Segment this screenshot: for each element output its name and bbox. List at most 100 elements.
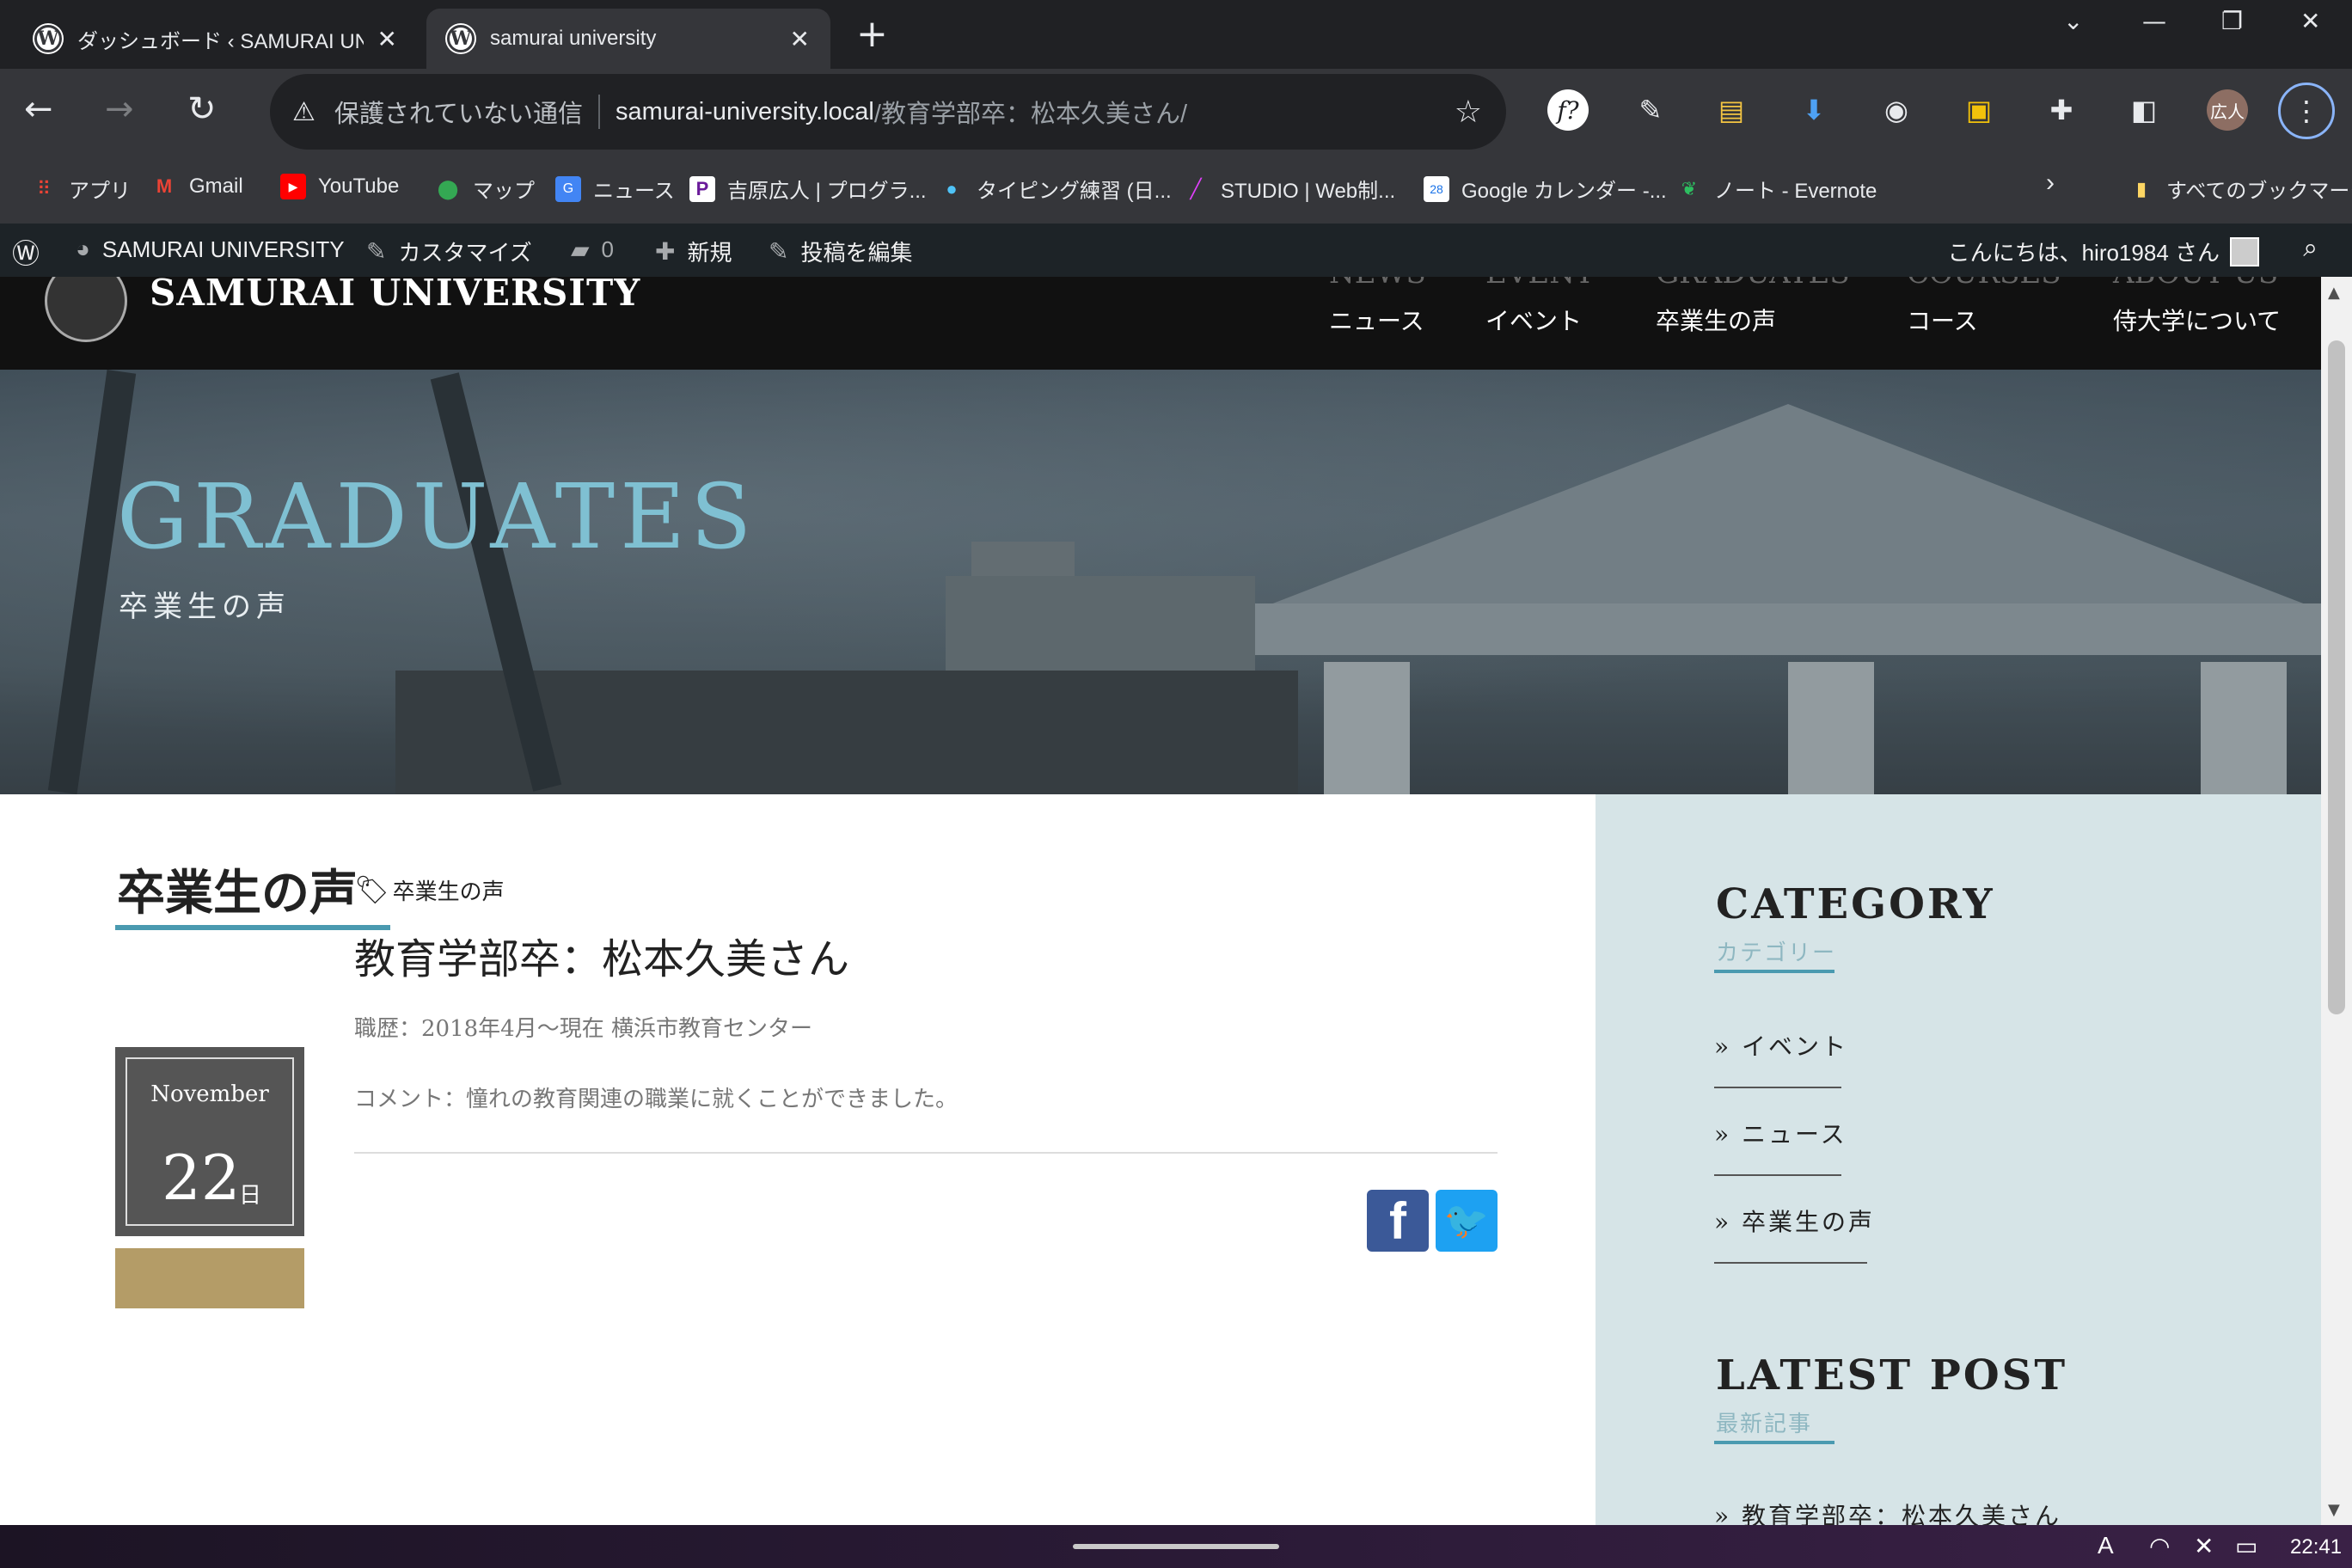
bookmark-star-icon[interactable]: ☆ [1455, 94, 1482, 130]
plus-icon: ✚ [655, 238, 676, 265]
bookmark-label: タイピング練習 (日... [977, 180, 1172, 203]
wp-customize-label: カスタマイズ [398, 240, 532, 266]
new-tab-button[interactable]: + [856, 12, 888, 56]
wp-comments-count: 0 [601, 236, 615, 262]
bookmark-maps[interactable]: ⬤ マップ [435, 174, 535, 204]
bookmark-label: ノート - Evernote [1714, 180, 1877, 203]
scroll-down-icon[interactable]: ▼ [2328, 1501, 2340, 1519]
facebook-share-icon[interactable]: f [1367, 1190, 1429, 1252]
wp-admin-bar: Ⓦ ◕ SAMURAI UNIVERSITY ✎ カスタマイズ ▰ 0 ✚ 新規… [0, 224, 2352, 277]
address-bar[interactable]: ⚠ 保護されていない通信 samurai-university.local /教… [270, 74, 1506, 963]
reload-button[interactable]: ↻ [187, 89, 217, 129]
scrollbar-thumb[interactable] [2328, 340, 2345, 1014]
wp-comments[interactable]: ▰ 0 [571, 236, 614, 264]
nav-ja-label: コース [1907, 307, 1978, 335]
mute-icon[interactable]: ✕ [2194, 1532, 2214, 1560]
fq-extension-icon[interactable]: f? [1547, 89, 1589, 131]
eyedropper-icon[interactable]: ✎ [1630, 89, 1671, 131]
extensions-puzzle-icon[interactable]: ✚ [2041, 89, 2082, 131]
bookmark-news[interactable]: G ニュース [555, 174, 675, 204]
nav-ja-label: ニュース [1329, 307, 1424, 335]
bookmark-youtube[interactable]: ▶ YouTube [280, 174, 399, 199]
close-icon[interactable]: ✕ [377, 25, 397, 53]
hero-subtitle: 卒業生の声 [119, 590, 291, 624]
wifi-icon[interactable]: ◠ [2149, 1532, 2170, 1560]
wp-edit-post[interactable]: ✎ 投稿を編集 [769, 236, 912, 267]
hero-banner: GRADUATES 卒業生の声 [0, 370, 2321, 794]
search-icon[interactable]: ⌕ [2303, 234, 2318, 263]
wp-new-label: 新規 [687, 240, 732, 266]
twitter-share-icon[interactable]: 🐦 [1436, 1190, 1498, 1252]
bookmark-blog[interactable]: P 吉原広人 | プログラ... [689, 174, 927, 204]
post-title[interactable]: 教育学部卒：松本久美さん [354, 925, 849, 985]
bookmark-apps[interactable]: ⠿ アプリ [31, 174, 131, 204]
wp-account[interactable]: こんにちは、hiro1984 さん [1948, 236, 2259, 267]
ime-icon[interactable]: A [2098, 1532, 2114, 1559]
wp-edit-label: 投稿を編集 [800, 240, 913, 266]
post-career: 職歴：2018年4月～現在 横浜市教育センター [354, 1016, 812, 1042]
tab-samurai-university[interactable]: W samurai university ✕ [426, 9, 830, 69]
more-bookmarks-chevron-icon[interactable]: › [2046, 168, 2055, 198]
apps-icon: ⠿ [36, 177, 52, 199]
profile-avatar[interactable]: 広人 [2207, 89, 2248, 131]
sidebar: CATEGORY カテゴリー » イベント » ニュース » 卒業生の声 LAT… [1596, 794, 2321, 1525]
bookmark-typing[interactable]: ● タイピング練習 (日... [939, 174, 1172, 204]
url-host: samurai-university.local [616, 97, 874, 126]
bookmark-calendar[interactable]: 28 Google カレンダー -... [1424, 174, 1667, 204]
all-bookmarks[interactable]: ▮ すべてのブックマーク [2128, 174, 2352, 204]
insecure-label[interactable]: 保護されていない通信 [334, 94, 583, 130]
bookmark-evernote[interactable]: ❦ ノート - Evernote [1676, 174, 1877, 204]
bookmark-label: すべてのブックマーク [2166, 180, 2352, 203]
pencil-icon: ✎ [769, 238, 789, 265]
post-day: 22 [162, 1142, 241, 1214]
camera-extension-icon[interactable]: ◉ [1876, 89, 1917, 131]
wordpress-icon: W [447, 25, 475, 52]
post-category-link[interactable]: 🏷 卒業生の声 [354, 873, 505, 906]
download-extension-icon[interactable]: ⬇ [1793, 89, 1834, 131]
p-icon: P [689, 175, 715, 202]
comment-icon: ▰ [571, 236, 590, 263]
bookmark-studio[interactable]: ╱ STUDIO | Web制... [1183, 174, 1395, 204]
url-path: /教育学部卒：松本久美さん/ [873, 101, 1188, 128]
clock[interactable]: 22:41 [2290, 1535, 2342, 1559]
battery-icon[interactable]: ▭ [2235, 1532, 2257, 1560]
category-link-event[interactable]: » イベント [1714, 1028, 1848, 1063]
tab-dashboard[interactable]: W ダッシュボード ‹ SAMURAI UNIVERSITY ✕ [14, 9, 418, 69]
site-brand[interactable]: SAMURAI UNIVERSITY [150, 277, 640, 314]
restore-button[interactable]: ❐ [2221, 7, 2243, 35]
page-title: 卒業生の声 [117, 865, 358, 922]
back-button[interactable]: ← [24, 89, 53, 129]
wp-site-name[interactable]: ◕ SAMURAI UNIVERSITY [76, 236, 345, 263]
nav-en-label: EVENT [1485, 277, 1595, 291]
bookmark-label: 吉原広人 | プログラ... [727, 180, 927, 203]
browser-menu-icon[interactable]: ⋮ [2278, 83, 2335, 139]
bookmark-label: YouTube [318, 175, 400, 198]
wp-site-label: SAMURAI UNIVERSITY [101, 236, 345, 262]
university-crest-icon[interactable] [45, 277, 127, 342]
heading-underline [115, 925, 390, 930]
page-scrollbar[interactable]: ▲ ▼ [2321, 277, 2352, 1525]
bookmark-label: Gmail [189, 175, 243, 198]
category-link-news[interactable]: » ニュース [1714, 1116, 1847, 1150]
wordpress-logo-icon[interactable]: Ⓦ [12, 232, 40, 272]
notes-extension-icon[interactable]: ▤ [1711, 89, 1752, 131]
warning-icon[interactable]: ⚠ [292, 97, 315, 127]
scroll-up-icon[interactable]: ▲ [2328, 284, 2340, 302]
wp-new[interactable]: ✚ 新規 [655, 236, 732, 267]
minimize-button[interactable]: — [2142, 7, 2166, 35]
nav-en-label: NEWS [1329, 277, 1426, 291]
wp-greeting: こんにちは、hiro1984 さん [1947, 240, 2220, 266]
tab-search-icon[interactable]: ⌄ [2063, 7, 2083, 35]
nav-ja-label: イベント [1485, 307, 1583, 335]
shelf-handle[interactable] [1073, 1544, 1279, 1549]
forward-button[interactable]: → [105, 89, 134, 129]
post-divider [354, 1152, 1498, 1154]
close-icon[interactable]: ✕ [790, 25, 810, 53]
wp-customize[interactable]: ✎ カスタマイズ [366, 236, 532, 267]
latest-post-link[interactable]: » 教育学部卒：松本久美さん [1714, 1498, 2061, 1525]
window-close-button[interactable]: ✕ [2300, 7, 2320, 35]
translate-extension-icon[interactable]: ▣ [1958, 89, 2000, 131]
bookmark-gmail[interactable]: M Gmail [151, 174, 243, 199]
category-link-graduates[interactable]: » 卒業生の声 [1714, 1204, 1875, 1238]
side-panel-icon[interactable]: ◧ [2123, 89, 2165, 131]
